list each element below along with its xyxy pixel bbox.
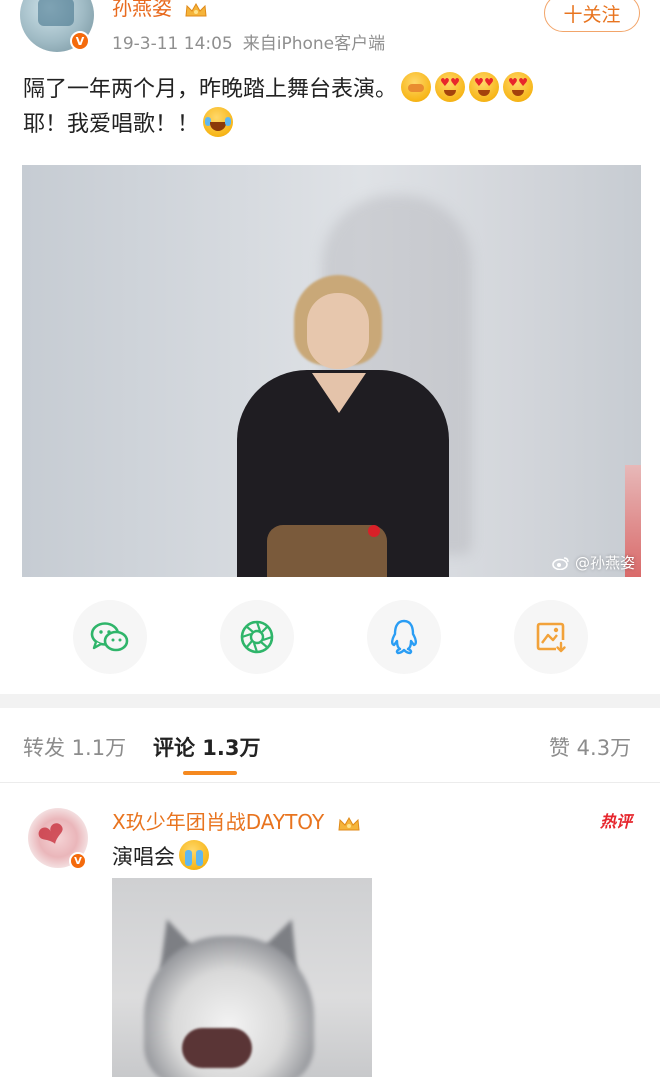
tab-likes[interactable]: 赞 4.3万	[549, 732, 631, 762]
crying-emoji-icon	[179, 840, 209, 870]
crown-icon	[185, 2, 207, 16]
crown-icon	[337, 816, 360, 830]
heart-eyes-emoji-icon	[503, 72, 534, 102]
shy-emoji-icon	[401, 72, 432, 102]
follow-button[interactable]: 十关注	[544, 0, 640, 32]
moments-icon	[240, 620, 274, 654]
wechat-icon	[90, 622, 129, 652]
comment-image[interactable]	[112, 878, 372, 1077]
save-image-button[interactable]	[514, 600, 588, 674]
weibo-logo-icon	[552, 557, 569, 571]
post-text-line1: 隔了一年两个月，昨晚踏上舞台表演。	[23, 77, 398, 102]
follow-label: 十关注	[563, 3, 621, 26]
comment-text: 演唱会	[112, 840, 209, 871]
post-source: 来自iPhone客户端	[242, 34, 386, 54]
post-date: 19-3-11 14:05	[112, 34, 233, 54]
share-moments-button[interactable]	[220, 600, 294, 674]
heart-eyes-emoji-icon	[435, 72, 466, 102]
author-name-row[interactable]: 孙燕姿	[112, 0, 208, 21]
post-meta: 19-3-11 14:05 来自iPhone客户端	[112, 29, 385, 54]
post-photo[interactable]: @孙燕姿	[22, 165, 641, 577]
tab-comments[interactable]: 评论 1.3万	[153, 732, 261, 762]
save-image-icon	[536, 622, 566, 653]
active-tab-indicator	[183, 771, 237, 775]
tabs-divider	[0, 782, 660, 783]
commenter-name-row[interactable]: X玖少年团肖战DAYTOY	[112, 806, 361, 835]
commenter-name[interactable]: X玖少年团肖战DAYTOY	[112, 810, 324, 834]
photo-watermark: @孙燕姿	[552, 552, 635, 573]
section-divider	[0, 694, 660, 708]
tab-repost[interactable]: 转发 1.1万	[23, 732, 126, 762]
author-name[interactable]: 孙燕姿	[112, 0, 172, 20]
share-qq-button[interactable]	[367, 600, 441, 674]
verified-badge: V	[70, 31, 90, 51]
hot-comment-tag: 热评	[600, 812, 633, 831]
share-wechat-button[interactable]	[73, 600, 147, 674]
heart-eyes-emoji-icon	[469, 72, 500, 102]
commenter-verified-badge: V	[69, 852, 87, 870]
comment-body: 演唱会	[112, 845, 175, 869]
post-text: 隔了一年两个月，昨晚踏上舞台表演。 耶！我爱唱歌！！	[23, 72, 643, 142]
qq-icon	[391, 619, 417, 655]
post-text-line2: 耶！我爱唱歌！！	[23, 112, 200, 137]
laugh-cry-emoji-icon	[203, 107, 234, 137]
